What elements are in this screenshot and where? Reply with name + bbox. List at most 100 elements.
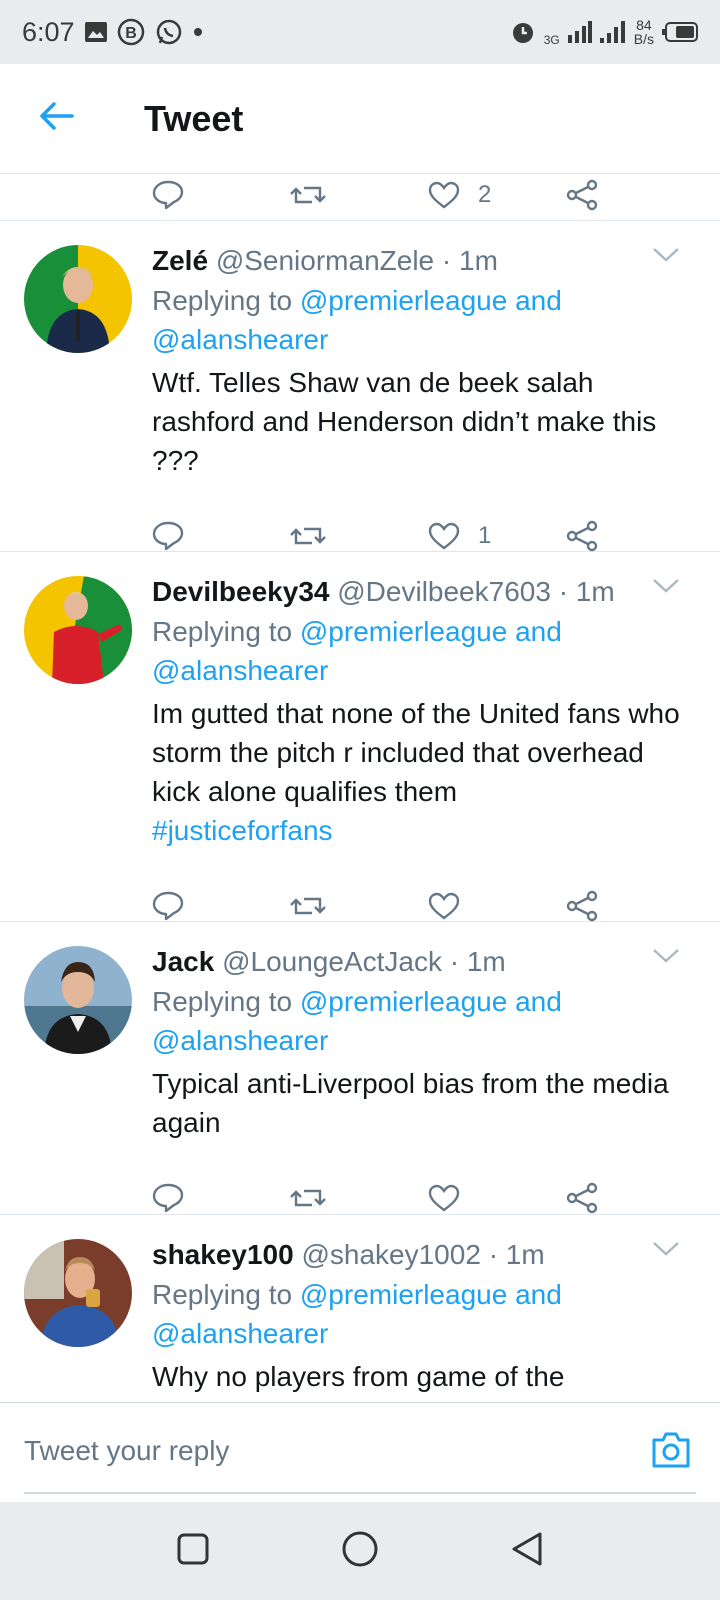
reply-button[interactable] [152, 521, 184, 551]
tweet-item[interactable]: Jack @LoungeActJack · 1m Replying to @pr… [0, 922, 720, 1215]
battery-icon [662, 22, 698, 42]
retweet-icon [290, 1189, 326, 1207]
user-handle[interactable]: @shakey1002 [301, 1239, 480, 1270]
avatar[interactable] [24, 946, 132, 1054]
like-button[interactable]: 1 [428, 522, 491, 550]
retweet-icon [290, 897, 326, 915]
tweet-item[interactable]: shakey100 @shakey1002 · 1m Replying to @… [0, 1215, 720, 1401]
reply-button[interactable] [152, 891, 184, 921]
replies-feed[interactable]: 2 Zelé @SeniormanZele · 1m Replying to @… [0, 175, 720, 1401]
system-nav-bar [0, 1502, 720, 1600]
replying-to: Replying to @premierleague and @alanshea… [152, 986, 562, 1056]
square-icon [177, 1533, 209, 1564]
reply-icon [152, 180, 184, 210]
like-count: 2 [478, 181, 492, 208]
back-nav-button[interactable] [510, 1531, 544, 1572]
mention-link[interactable]: @alanshearer [152, 1025, 328, 1056]
partial-tweet: 2 [0, 175, 720, 221]
chevron-down-icon [653, 1242, 679, 1256]
tweet-item[interactable]: Devilbeeky34 @Devilbeek7603 · 1m Replyin… [0, 552, 720, 922]
reply-button[interactable] [152, 1183, 184, 1213]
display-name[interactable]: Jack [152, 946, 214, 977]
mention-link[interactable]: @alanshearer [152, 1318, 328, 1349]
tweet-time: · 1m [441, 245, 498, 276]
display-name[interactable]: Devilbeeky34 [152, 576, 329, 607]
tweet-meta: Jack @LoungeActJack · 1m [152, 942, 720, 982]
share-icon [566, 890, 598, 922]
share-button[interactable] [566, 1182, 598, 1214]
share-button[interactable] [566, 179, 598, 211]
tweet-menu-button[interactable] [652, 247, 680, 268]
retweet-button[interactable] [290, 521, 326, 551]
tweet-item[interactable]: Zelé @SeniormanZele · 1m Replying to @pr… [0, 221, 720, 552]
mention-link[interactable]: @alanshearer [152, 655, 328, 686]
avatar[interactable] [24, 245, 132, 353]
home-button[interactable] [341, 1530, 379, 1573]
reply-input[interactable]: Tweet your reply [24, 1435, 229, 1467]
like-button[interactable]: 2 [428, 181, 491, 209]
heart-icon [428, 181, 460, 209]
heart-icon [428, 522, 460, 550]
reply-icon [152, 521, 184, 551]
back-arrow-icon [38, 101, 74, 136]
page-title: Tweet [144, 97, 244, 139]
mention-link[interactable]: @premierleague and [300, 616, 562, 647]
tweet-text: Wtf. Telles Shaw van de beek salah rashf… [152, 367, 657, 476]
display-name[interactable]: Zelé [152, 245, 208, 276]
user-handle[interactable]: @Devilbeek7603 [337, 576, 551, 607]
mention-link[interactable]: @premierleague and [300, 1279, 562, 1310]
tweet-menu-button[interactable] [652, 578, 680, 599]
share-button[interactable] [566, 520, 598, 552]
tweet-text: Why no players from game of the [152, 1361, 565, 1392]
reply-icon [152, 891, 184, 921]
signal-icon-1 [567, 21, 592, 43]
tweet-text: Im gutted that none of the United fans w… [152, 694, 720, 850]
tweet-time: · 1m [488, 1239, 545, 1270]
reply-composer: Tweet your reply [0, 1402, 720, 1502]
tweet-menu-button[interactable] [652, 948, 680, 969]
user-handle[interactable]: @LoungeActJack [222, 946, 442, 977]
like-count: 1 [478, 522, 492, 549]
signal-icon-2 [599, 21, 626, 43]
retweet-button[interactable] [290, 180, 326, 210]
camera-icon [652, 1432, 690, 1468]
status-time: 6:07 [22, 16, 75, 47]
retweet-button[interactable] [290, 1183, 326, 1213]
input-underline [24, 1492, 696, 1494]
camera-button[interactable] [650, 1431, 692, 1474]
chevron-down-icon [653, 949, 679, 963]
tweet-text: Typical anti-Liverpool bias from the med… [152, 1068, 669, 1138]
replying-to: Replying to @premierleague and @alanshea… [152, 616, 562, 686]
avatar[interactable] [24, 1239, 132, 1347]
replying-to: Replying to @premierleague and @alanshea… [152, 285, 562, 355]
heart-icon [428, 1184, 460, 1212]
b-app-icon: B [117, 18, 145, 46]
tweet-meta: Zelé @SeniormanZele · 1m [152, 241, 720, 281]
avatar[interactable] [24, 576, 132, 684]
mention-link[interactable]: @premierleague and [300, 986, 562, 1017]
mention-link[interactable]: @premierleague and [300, 285, 562, 316]
user-handle[interactable]: @SeniormanZele [216, 245, 434, 276]
chevron-down-icon [653, 579, 679, 593]
retweet-icon [290, 527, 326, 545]
reply-button[interactable] [152, 180, 184, 210]
share-icon [566, 520, 598, 552]
like-button[interactable] [428, 892, 460, 920]
triangle-back-icon [512, 1532, 542, 1565]
retweet-button[interactable] [290, 891, 326, 921]
alarm-icon [510, 19, 536, 45]
tweet-time: · 1m [558, 576, 615, 607]
replying-to: Replying to @premierleague and @alanshea… [152, 1279, 562, 1349]
tweet-meta: Devilbeeky34 @Devilbeek7603 · 1m [152, 572, 720, 612]
chevron-down-icon [653, 248, 679, 262]
display-name[interactable]: shakey100 [152, 1239, 294, 1270]
share-button[interactable] [566, 890, 598, 922]
tweet-menu-button[interactable] [652, 1241, 680, 1262]
share-icon [566, 1182, 598, 1214]
like-button[interactable] [428, 1184, 460, 1212]
recents-button[interactable] [176, 1532, 210, 1571]
back-button[interactable] [0, 64, 112, 174]
mention-link[interactable]: @alanshearer [152, 324, 328, 355]
net-speed: 84 B/s [633, 17, 654, 47]
hashtag-link[interactable]: #justiceforfans [152, 811, 680, 850]
